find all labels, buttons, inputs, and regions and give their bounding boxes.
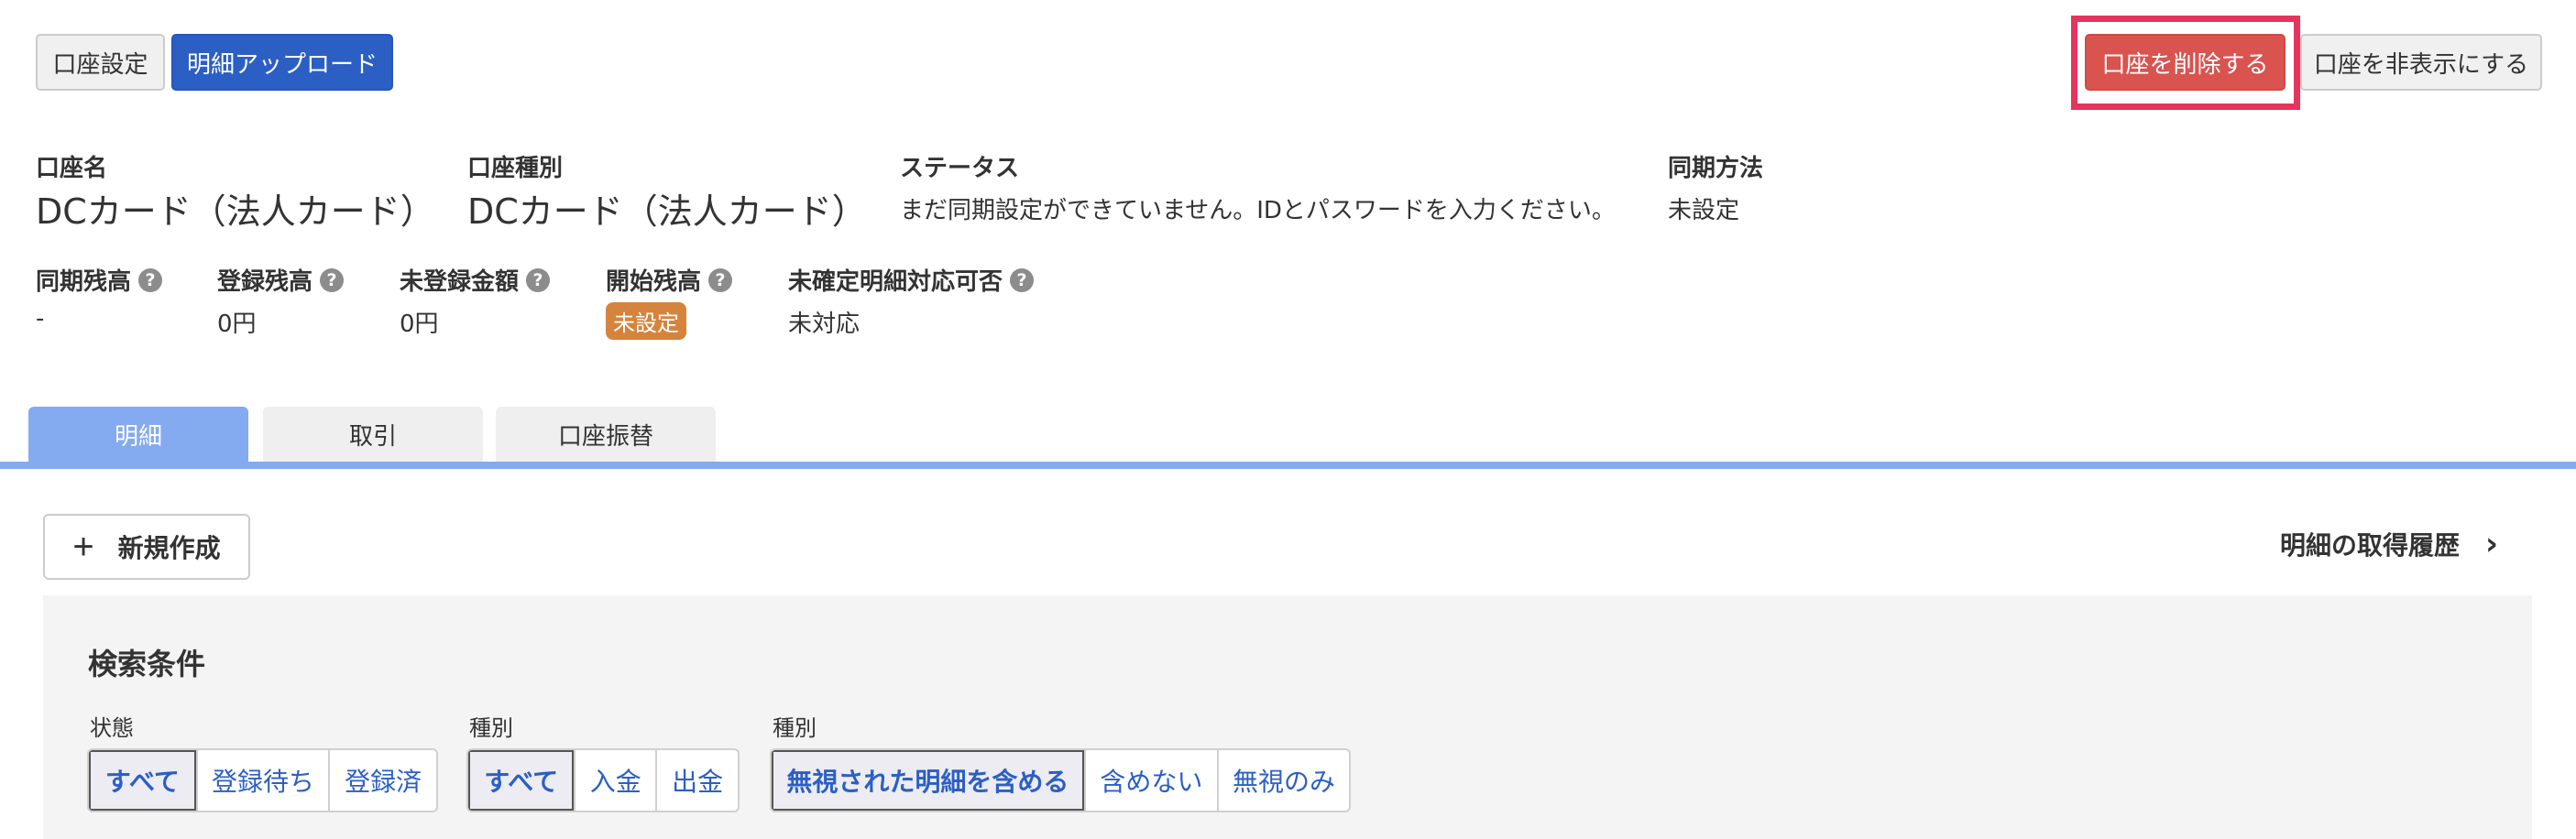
unregistered-amount-label-text: 未登録金額 bbox=[400, 268, 520, 296]
hide-account-button[interactable]: 口座を非表示にする bbox=[2300, 34, 2542, 91]
sync-method-label: 同期方法 bbox=[1668, 155, 1764, 182]
account-settings-button[interactable]: 口座設定 bbox=[36, 34, 165, 91]
opening-balance-label: 開始残高? bbox=[606, 263, 733, 297]
type-filter-all[interactable]: すべて bbox=[468, 750, 575, 811]
unconfirmed-label: 未確定明細対応可否? bbox=[788, 263, 1035, 297]
opening-balance-badge: 未設定 bbox=[606, 302, 686, 340]
help-icon[interactable]: ? bbox=[320, 267, 345, 292]
new-entry-label: 新規作成 bbox=[117, 534, 221, 562]
status-value: まだ同期設定ができていません。IDとパスワードを入力ください。 bbox=[900, 197, 1616, 224]
type-filter: すべて 入金 出金 bbox=[466, 748, 740, 812]
status-filter-pending[interactable]: 登録待ち bbox=[195, 750, 328, 811]
tab-details[interactable]: 明細 bbox=[28, 407, 248, 462]
status-filter-registered[interactable]: 登録済 bbox=[328, 750, 436, 811]
unconfirmed-value: 未対応 bbox=[788, 311, 860, 338]
help-icon[interactable]: ? bbox=[708, 267, 733, 292]
status-label: ステータス bbox=[900, 155, 1020, 182]
registered-balance-value: 0円 bbox=[217, 311, 257, 338]
sync-balance-value: - bbox=[36, 305, 45, 332]
ignored-filter: 無視された明細を含める 含めない 無視のみ bbox=[770, 748, 1351, 812]
status-filter-label: 状態 bbox=[90, 715, 134, 741]
search-title: 検索条件 bbox=[88, 647, 206, 681]
plus-icon: + bbox=[72, 527, 94, 567]
unconfirmed-label-text: 未確定明細対応可否 bbox=[788, 268, 1003, 296]
opening-balance-label-text: 開始残高 bbox=[606, 268, 702, 296]
help-icon[interactable]: ? bbox=[526, 267, 551, 292]
tab-account-transfer[interactable]: 口座振替 bbox=[496, 407, 716, 462]
sync-balance-label-text: 同期残高 bbox=[36, 268, 132, 296]
account-name-value: DCカード（法人カード） bbox=[36, 191, 435, 232]
type-filter-label: 種別 bbox=[469, 715, 513, 741]
tab-underline bbox=[0, 462, 2576, 469]
help-icon[interactable]: ? bbox=[138, 267, 163, 292]
chevron-right-icon: › bbox=[2485, 526, 2499, 562]
registered-balance-label: 登録残高? bbox=[217, 263, 345, 297]
account-type-label: 口座種別 bbox=[467, 155, 564, 182]
unregistered-amount-label: 未登録金額? bbox=[400, 263, 551, 297]
ignored-filter-label: 種別 bbox=[773, 715, 817, 741]
highlight-box bbox=[2071, 16, 2300, 110]
type-filter-withdrawal[interactable]: 出金 bbox=[655, 750, 738, 811]
status-filter: すべて 登録待ち 登録済 bbox=[87, 748, 438, 812]
details-history-label: 明細の取得履歴 bbox=[2280, 530, 2461, 561]
account-type-value: DCカード（法人カード） bbox=[467, 191, 867, 232]
help-icon[interactable]: ? bbox=[1010, 267, 1035, 292]
ignored-filter-include[interactable]: 無視された明細を含める bbox=[772, 750, 1084, 811]
tab-transactions[interactable]: 取引 bbox=[263, 407, 483, 462]
type-filter-deposit[interactable]: 入金 bbox=[574, 750, 655, 811]
sync-method-value: 未設定 bbox=[1668, 197, 1740, 224]
upload-details-button[interactable]: 明細アップロード bbox=[171, 34, 393, 91]
status-filter-all[interactable]: すべて bbox=[89, 750, 196, 811]
new-entry-button[interactable]: + 新規作成 bbox=[43, 514, 250, 580]
ignored-filter-only[interactable]: 無視のみ bbox=[1216, 750, 1349, 811]
details-history-link[interactable]: 明細の取得履歴 › bbox=[2280, 526, 2498, 562]
unregistered-amount-value: 0円 bbox=[400, 311, 439, 338]
registered-balance-label-text: 登録残高 bbox=[217, 268, 313, 296]
account-name-label: 口座名 bbox=[36, 155, 108, 182]
sync-balance-label: 同期残高? bbox=[36, 263, 163, 297]
ignored-filter-exclude[interactable]: 含めない bbox=[1083, 750, 1217, 811]
